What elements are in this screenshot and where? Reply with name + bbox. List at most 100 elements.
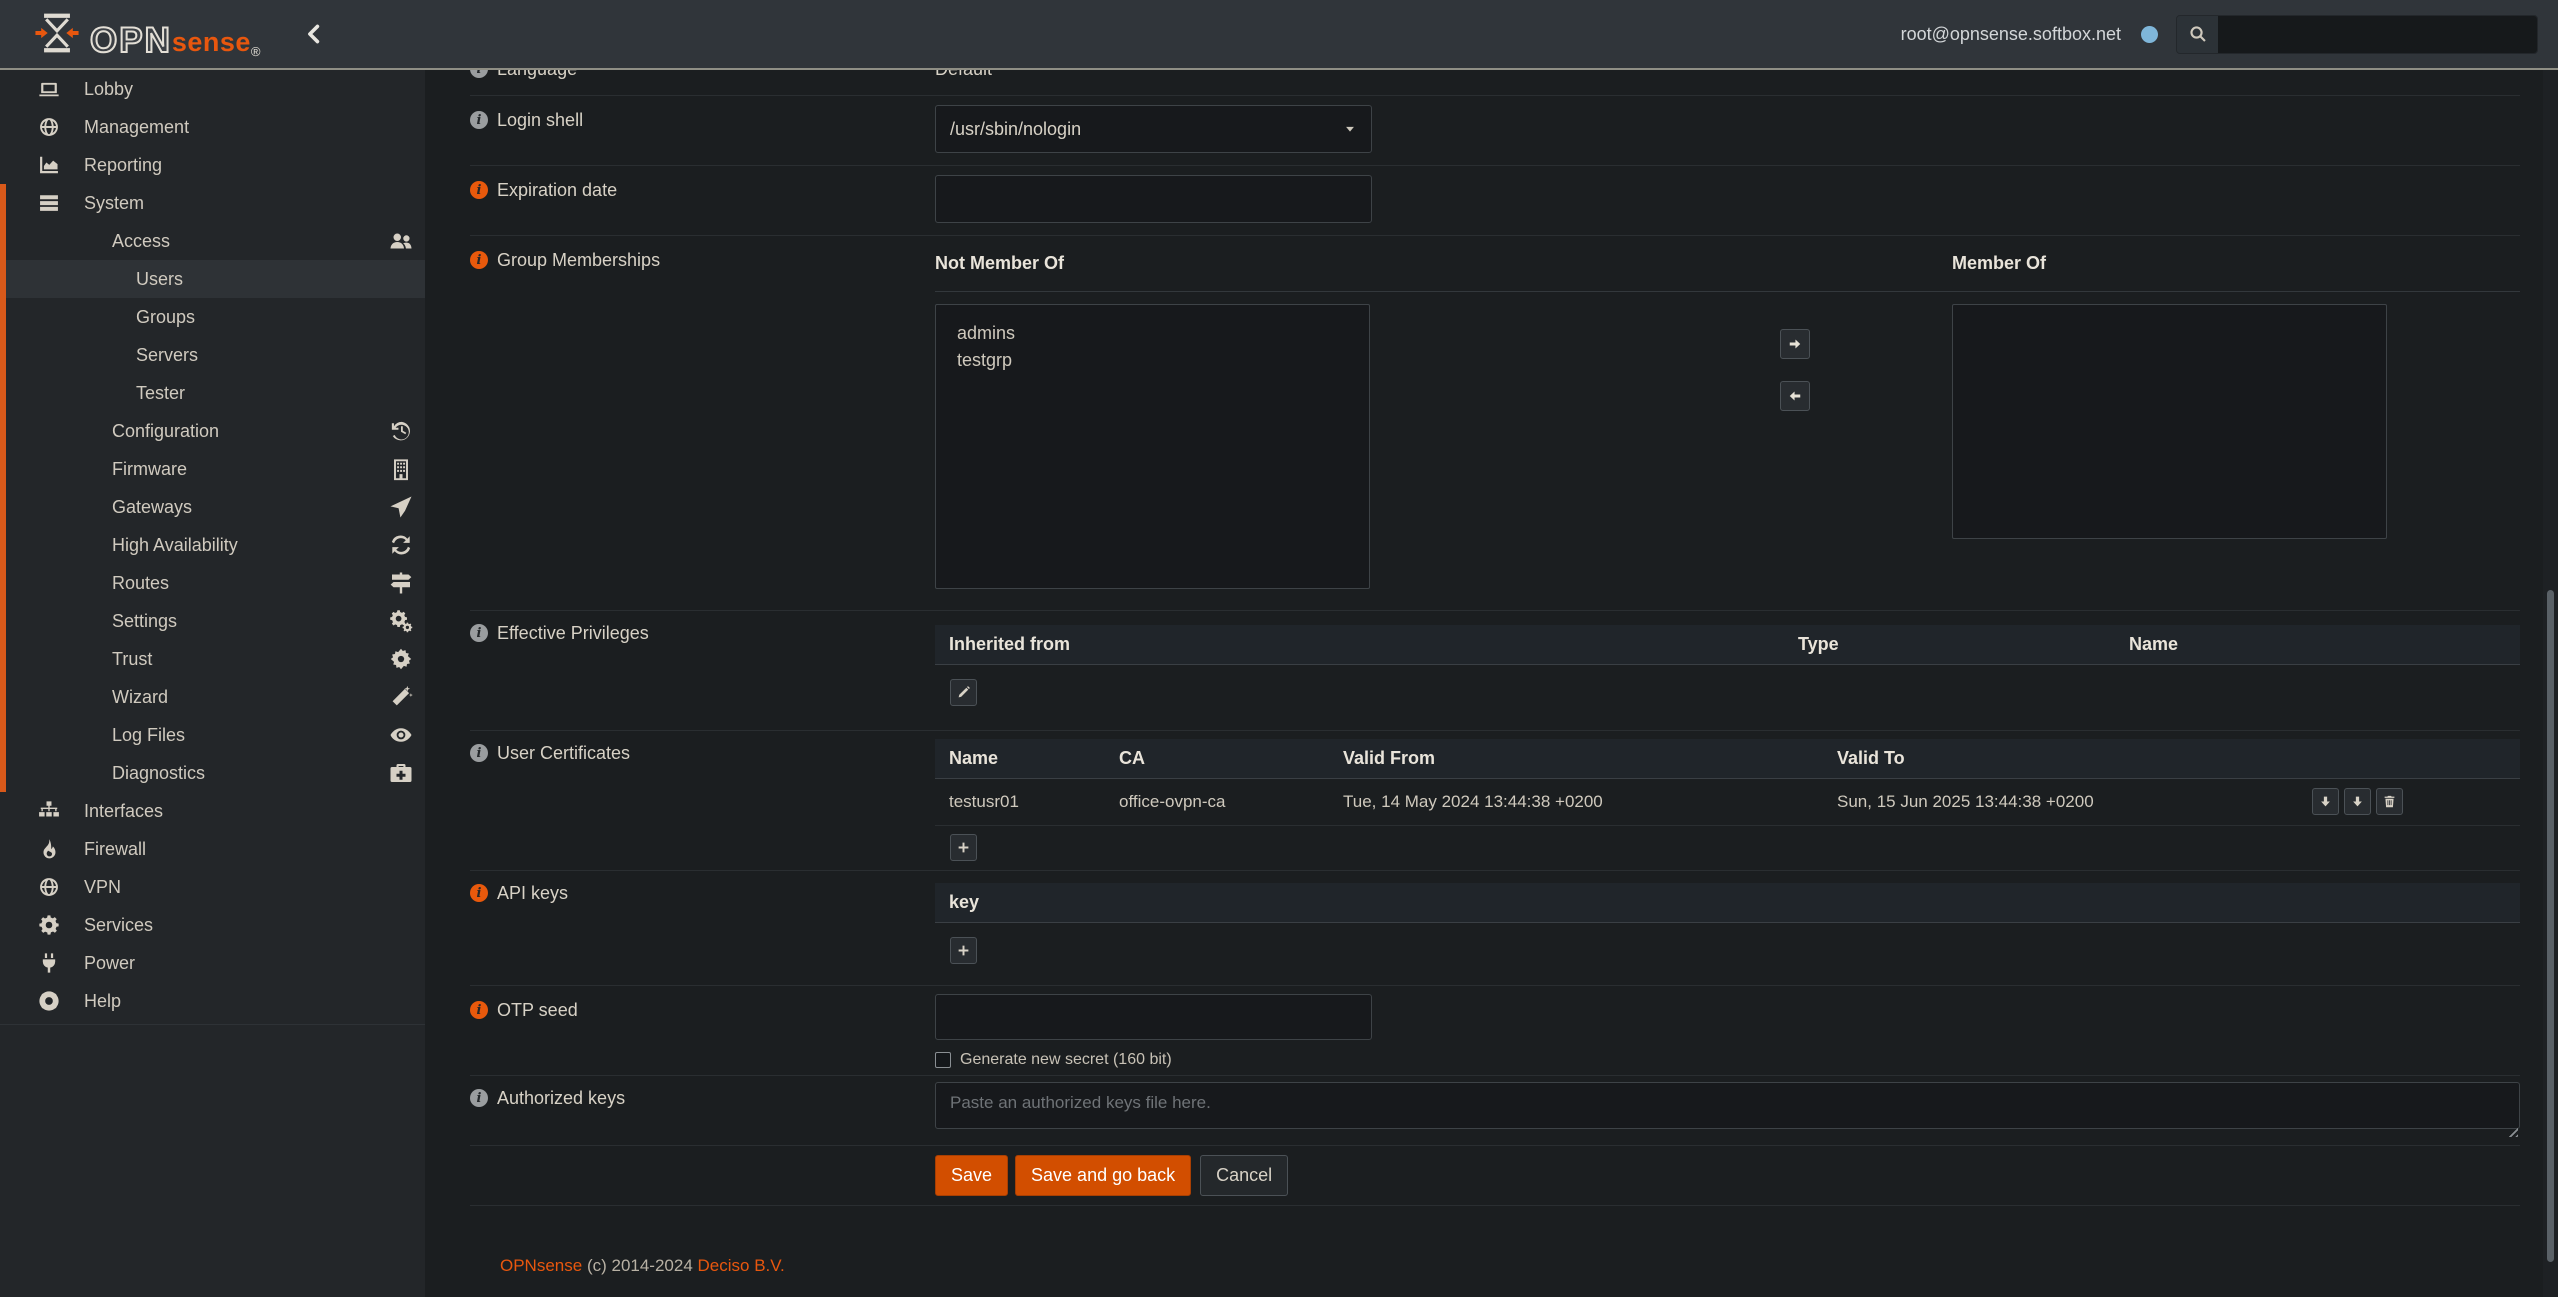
sidebar-item-log-files[interactable]: Log Files [0,716,425,754]
scrollbar-thumb[interactable] [2547,590,2554,1262]
sidebar-item-wizard[interactable]: Wizard [0,678,425,716]
save-button[interactable]: Save [935,1155,1008,1196]
sidebar-item-firewall[interactable]: Firewall [0,830,425,868]
info-icon[interactable] [470,251,488,269]
sidebar-item-services[interactable]: Services [0,906,425,944]
sidebar-item-power[interactable]: Power [0,944,425,982]
delete-certificate-button[interactable] [2376,788,2403,815]
arrow-left-icon [1788,389,1802,403]
sidebar-item-label: Settings [112,611,177,632]
registered-mark: ® [251,45,261,58]
sidebar-item-system[interactable]: System [0,184,425,222]
certificate-actions [2312,788,2403,815]
opnsense-footer-link[interactable]: OPNsense [500,1256,582,1275]
sidebar-item-high-availability[interactable]: High Availability [0,526,425,564]
arrow-right-icon [1788,337,1802,351]
opnsense-app: OPN sense ® root@opnsense.softbox.net Lo… [0,0,2558,1297]
sidebar-collapse-icon[interactable] [303,23,325,45]
authorized-keys-textarea[interactable] [935,1082,2520,1129]
sidebar-item-tester[interactable]: Tester [0,374,425,412]
download-certificate-button[interactable] [2312,788,2339,815]
save-and-go-back-button[interactable]: Save and go back [1015,1155,1191,1196]
search-icon [2189,25,2207,43]
sidebar-item-vpn[interactable]: VPN [0,868,425,906]
sitemap-icon [38,800,60,822]
privileges-table-header: Inherited from Type Name [935,625,2520,665]
sidebar-item-configuration[interactable]: Configuration [0,412,425,450]
sidebar-item-label: Management [84,117,189,138]
form-row-user-certificates: User Certificates Name CA Valid From Val… [470,731,2520,871]
info-icon[interactable] [470,181,488,199]
sidebar-item-label: Services [84,915,153,936]
field-label: OTP seed [497,1000,578,1021]
sidebar-item-label: Groups [136,307,195,328]
sidebar-item-users[interactable]: Users [0,260,425,298]
sidebar-item-label: Log Files [112,725,185,746]
info-icon[interactable] [470,1089,488,1107]
globe-icon [38,876,60,898]
field-label: Group Memberships [497,250,660,271]
logged-in-user: root@opnsense.softbox.net [1901,24,2121,45]
info-icon[interactable] [470,1001,488,1019]
sidebar-item-label: Access [112,231,170,252]
generate-new-secret-checkbox[interactable] [935,1052,951,1068]
sidebar-item-diagnostics[interactable]: Diagnostics [0,754,425,792]
login-shell-select[interactable]: /usr/sbin/nologin [935,105,1372,153]
search-input[interactable] [2218,16,2537,53]
add-membership-button[interactable] [1780,329,1810,359]
copyright-text: (c) 2014-2024 [587,1256,693,1275]
info-icon[interactable] [470,884,488,902]
sidebar-item-label: Interfaces [84,801,163,822]
sidebar-item-gateways[interactable]: Gateways [0,488,425,526]
sidebar-item-help[interactable]: Help [0,982,425,1020]
sidebar-item-servers[interactable]: Servers [0,336,425,374]
edit-privileges-button[interactable] [950,679,977,706]
sidebar-item-firmware[interactable]: Firmware [0,450,425,488]
info-icon[interactable] [470,70,488,78]
not-member-of-listbox[interactable]: admins testgrp [935,304,1370,589]
add-certificate-button[interactable] [950,834,977,861]
sidebar-item-management[interactable]: Management [0,108,425,146]
users-icon [389,229,413,253]
remove-membership-button[interactable] [1780,381,1810,411]
info-icon[interactable] [470,744,488,762]
group-option[interactable]: admins [936,320,1369,347]
opnsense-logo[interactable]: OPN sense ® [34,10,261,58]
sidebar-item-trust[interactable]: Trust [0,640,425,678]
add-api-key-button[interactable] [950,937,977,964]
otp-seed-input[interactable] [935,994,1372,1040]
server-icon [38,192,60,214]
status-dot[interactable] [2141,26,2158,43]
group-option[interactable]: testgrp [936,347,1369,374]
certificates-table-header: Name CA Valid From Valid To [935,739,2520,779]
sidebar-item-label: Tester [136,383,185,404]
form-row-effective-privileges: Effective Privileges Inherited from Type… [470,611,2520,731]
sidebar-item-interfaces[interactable]: Interfaces [0,792,425,830]
member-of-listbox[interactable] [1952,304,2387,539]
deciso-footer-link[interactable]: Deciso B.V. [698,1256,785,1275]
download-key-button[interactable] [2344,788,2371,815]
column-header: Name [949,748,1119,769]
sidebar-item-reporting[interactable]: Reporting [0,146,425,184]
column-header: Valid From [1343,748,1837,769]
info-icon[interactable] [470,624,488,642]
sidebar-item-groups[interactable]: Groups [0,298,425,336]
selected-value: /usr/sbin/nologin [950,119,1081,140]
cancel-button[interactable]: Cancel [1200,1155,1288,1196]
sidebar-item-label: Firewall [84,839,146,860]
expiration-date-input[interactable] [935,175,1372,223]
caret-down-icon [1343,122,1357,136]
user-edit-form: Language Default Login shell /usr/sbin/n… [425,70,2558,1297]
sidebar-item-label: Reporting [84,155,162,176]
sidebar-item-routes[interactable]: Routes [0,564,425,602]
sidebar-item-access[interactable]: Access [0,222,425,260]
sidebar-item-lobby[interactable]: Lobby [0,70,425,108]
cert-valid-from: Tue, 14 May 2024 13:44:38 +0200 [1343,792,1837,812]
form-row-group-memberships: Group Memberships Not Member Of Member O… [470,236,2520,611]
column-header: key [949,892,2506,913]
not-member-of-header: Not Member Of [935,253,1064,273]
fire-icon [38,838,60,860]
sidebar-item-label: VPN [84,877,121,898]
info-icon[interactable] [470,111,488,129]
sidebar-item-settings[interactable]: Settings [0,602,425,640]
